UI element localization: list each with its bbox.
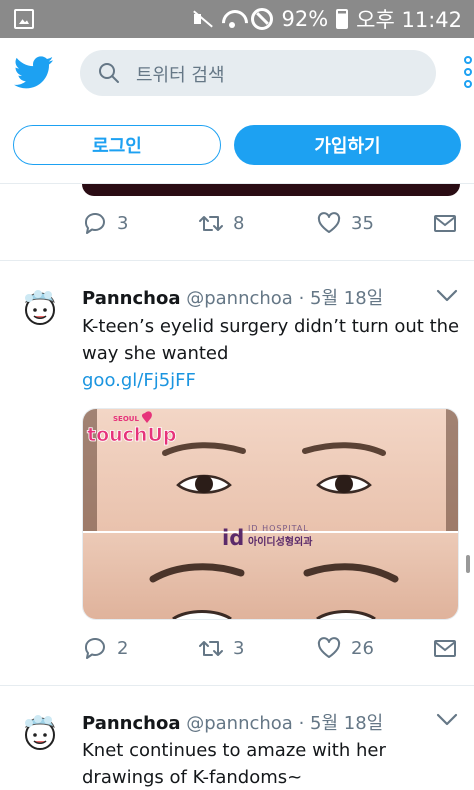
status-bar: 92% 오후 11:42: [0, 0, 474, 38]
tweet-header: Pannchoa @pannchoa · 5월 18일: [82, 709, 383, 735]
signup-button[interactable]: 가입하기: [234, 125, 461, 165]
header-separator: ·: [298, 713, 305, 734]
previous-tweet-media[interactable]: [82, 184, 460, 196]
search-input[interactable]: 트위터 검색: [80, 50, 436, 96]
tweet-text-line: Knet continues to amaze with her: [82, 740, 386, 761]
tweet-text-line: K-teen’s eyelid surgery didn’t turn out …: [82, 316, 460, 337]
app-header: 트위터 검색: [0, 38, 474, 112]
tweet-date[interactable]: 5월 18일: [310, 288, 383, 309]
hospital-mark: id: [222, 526, 244, 550]
like-count: 26: [351, 637, 374, 659]
retweet-count: 8: [233, 212, 245, 234]
tweet-actions: 2 3 26: [82, 633, 462, 663]
tweet-media-image[interactable]: SEOUL touchUp id ID HOSPITAL 아이디성형외과: [82, 408, 459, 620]
mail-icon: [434, 215, 456, 232]
chevron-down-icon[interactable]: [436, 713, 458, 727]
reply-icon: [84, 212, 105, 234]
battery-percent: 92%: [281, 7, 329, 31]
mail-icon: [434, 640, 456, 657]
battery-icon: [336, 9, 349, 29]
heart-icon: [317, 212, 341, 233]
tweet-text-line: way she wanted: [82, 343, 229, 364]
direct-message-button[interactable]: [432, 210, 458, 236]
tweet-divider: [0, 685, 474, 686]
author-handle[interactable]: @pannchoa: [186, 288, 293, 309]
reply-count: 2: [117, 637, 129, 659]
touchup-logo: touchUp: [87, 424, 176, 446]
like-count: 35: [351, 212, 374, 234]
tweet-divider: [0, 260, 474, 261]
clock: 오후 11:42: [356, 8, 462, 32]
retweet-count: 3: [233, 637, 245, 659]
more-menu-icon[interactable]: [464, 56, 474, 92]
wifi-icon: [221, 8, 243, 30]
retweet-icon: [199, 641, 223, 656]
gallery-notification-icon: [14, 9, 34, 29]
avatar[interactable]: [18, 286, 62, 330]
previous-tweet-actions: 3 8 35: [82, 208, 462, 238]
reply-button[interactable]: 2: [82, 635, 128, 661]
tweet-header: Pannchoa @pannchoa · 5월 18일: [82, 284, 383, 310]
logo-small-text: SEOUL: [113, 415, 139, 423]
auth-bar: 로그인 가입하기: [0, 112, 474, 184]
eyes-photo: SEOUL touchUp id ID HOSPITAL 아이디성형외과: [83, 409, 458, 619]
tweet-text: K-teen’s eyelid surgery didn’t turn out …: [82, 313, 462, 394]
hospital-korean-name: 아이디성형외과: [248, 535, 313, 548]
tweet-text: Knet continues to amaze with her drawing…: [82, 737, 462, 790]
twitter-bird-icon[interactable]: [14, 56, 54, 90]
avatar[interactable]: [18, 711, 62, 755]
tweet-link[interactable]: goo.gl/Fj5jFF: [82, 367, 462, 394]
heart-icon: [317, 637, 341, 658]
tweet-text-line: drawings of K-fandoms~: [82, 767, 303, 788]
do-not-disturb-icon: [251, 8, 274, 30]
hospital-english-name: ID HOSPITAL: [248, 524, 309, 533]
direct-message-button[interactable]: [432, 635, 458, 661]
retweet-button[interactable]: 8: [198, 210, 244, 236]
chevron-down-icon[interactable]: [436, 289, 458, 303]
like-button[interactable]: 35: [316, 210, 374, 236]
reply-button[interactable]: 3: [82, 210, 128, 236]
search-icon: [99, 63, 119, 83]
tweet-date[interactable]: 5월 18일: [310, 713, 383, 734]
status-indicators: 92% 오후 11:42: [191, 5, 462, 33]
author-name[interactable]: Pannchoa: [82, 288, 180, 309]
author-name[interactable]: Pannchoa: [82, 713, 180, 734]
mute-icon: [191, 8, 213, 30]
retweet-icon: [199, 216, 223, 231]
reply-count: 3: [117, 212, 129, 234]
author-handle[interactable]: @pannchoa: [186, 713, 293, 734]
retweet-button[interactable]: 3: [198, 635, 244, 661]
scrollbar-thumb[interactable]: [466, 555, 470, 573]
reply-icon: [84, 637, 105, 659]
search-placeholder: 트위터 검색: [136, 65, 225, 86]
login-button[interactable]: 로그인: [13, 125, 221, 165]
like-button[interactable]: 26: [316, 635, 374, 661]
header-separator: ·: [298, 288, 305, 309]
